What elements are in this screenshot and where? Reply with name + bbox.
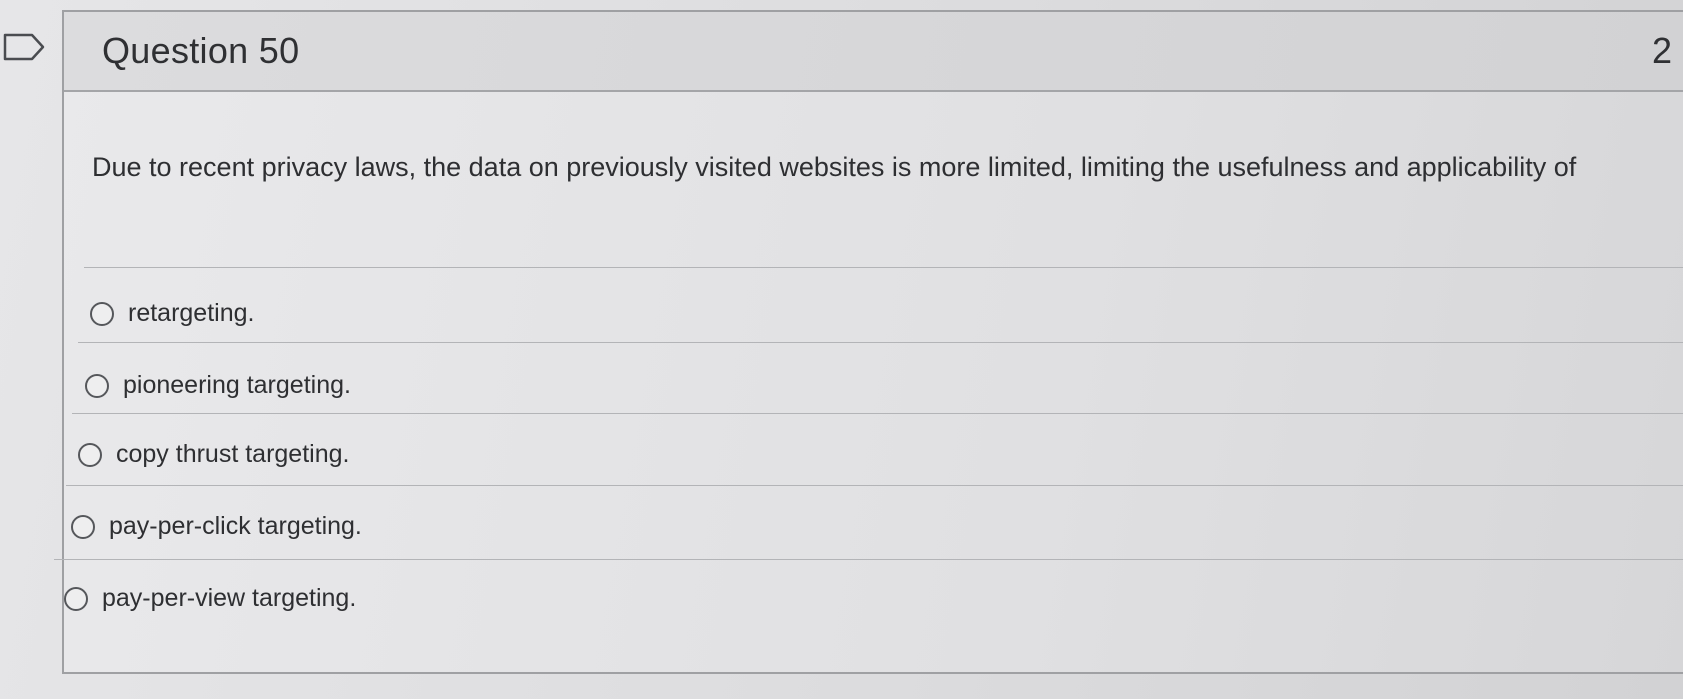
quiz-page: Question 50 2 Due to recent privacy laws… — [0, 0, 1683, 699]
answer-label: pioneering targeting. — [123, 371, 351, 399]
radio-button[interactable] — [85, 373, 109, 398]
question-points: 2 — [1652, 30, 1673, 71]
divider — [72, 413, 1683, 414]
answer-label: pay-per-view targeting. — [102, 584, 357, 612]
flag-icon[interactable] — [2, 32, 46, 62]
question-title: Question 50 — [102, 30, 300, 71]
radio-button[interactable] — [90, 301, 114, 326]
answer-option[interactable]: pioneering targeting. — [85, 371, 351, 400]
divider — [78, 342, 1683, 343]
divider — [66, 485, 1683, 486]
radio-button[interactable] — [71, 514, 95, 539]
divider — [54, 559, 1683, 560]
answer-option[interactable]: pay-per-click targeting. — [71, 512, 362, 541]
divider — [84, 267, 1683, 268]
answer-label: copy thrust targeting. — [116, 440, 350, 468]
question-header: Question 50 2 — [64, 12, 1683, 92]
answer-option[interactable]: retargeting. — [90, 299, 254, 328]
answer-option[interactable]: copy thrust targeting. — [78, 440, 349, 469]
answer-label: pay-per-click targeting. — [109, 512, 362, 540]
answer-option[interactable]: pay-per-view targeting. — [64, 584, 356, 613]
question-text: Due to recent privacy laws, the data on … — [92, 152, 1577, 182]
answer-label: retargeting. — [128, 299, 255, 327]
radio-button[interactable] — [64, 586, 88, 611]
question-card: Question 50 2 Due to recent privacy laws… — [54, 10, 1683, 674]
radio-button[interactable] — [78, 442, 102, 467]
